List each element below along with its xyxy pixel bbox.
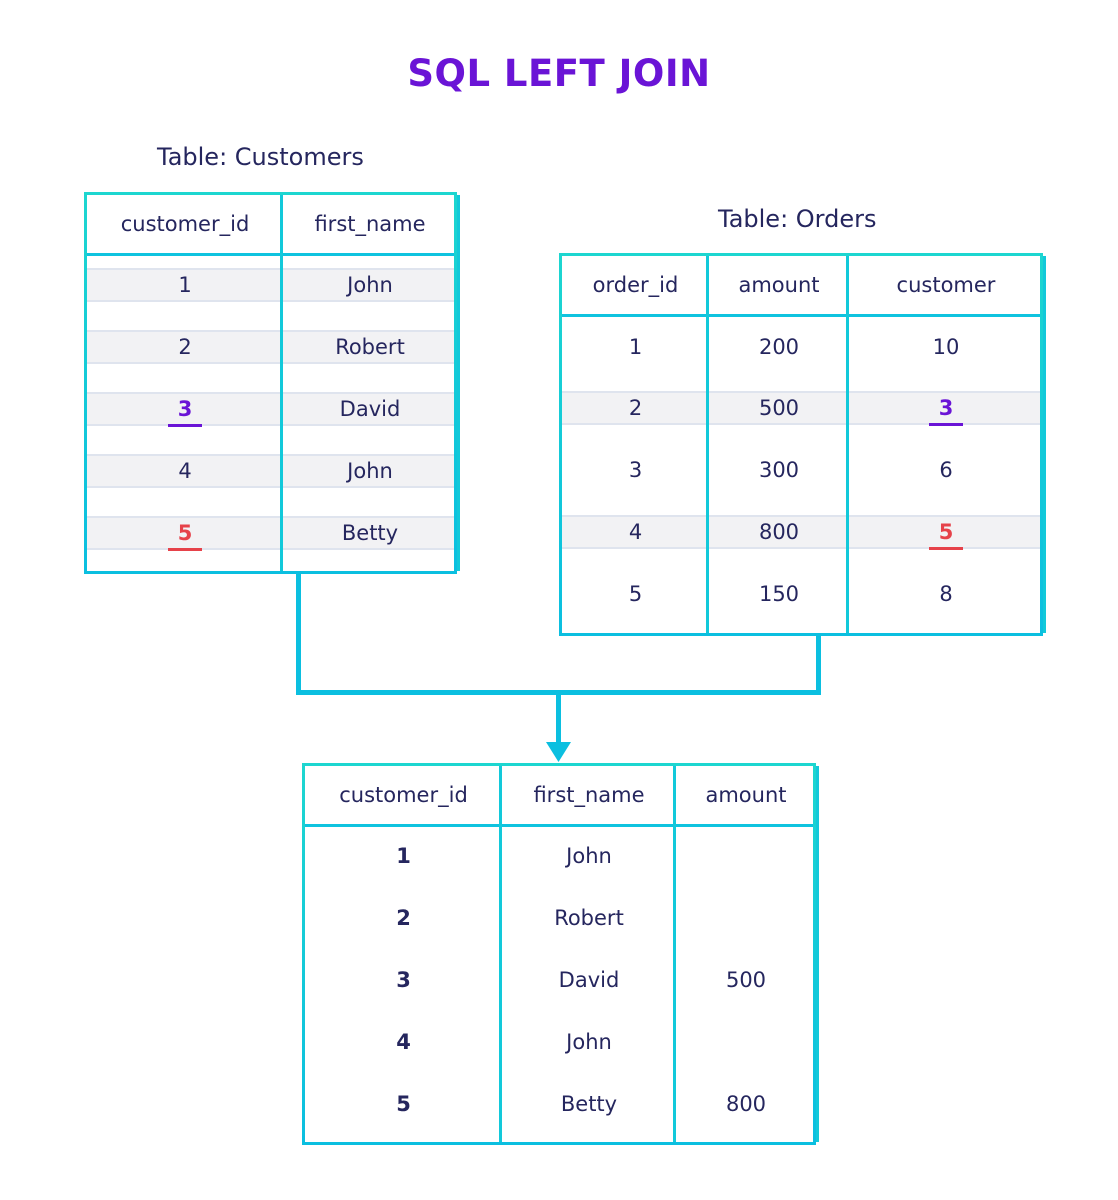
cell-value: John [566,844,612,868]
table-cell: 2 [305,898,502,938]
table-cell: 2 [562,388,709,428]
matched-key-value: 3 [938,396,954,420]
cell-value: 5 [628,582,643,606]
cell-value: Betty [341,521,399,545]
cell-value: 1 [178,273,192,297]
column-header: customer [896,273,996,297]
cell-value: 8 [939,582,953,606]
table-cell: 3 [562,450,709,490]
cell-value: Robert [335,335,405,359]
customers-table: customer_id 1 2 3 4 5 first_name John Robert Davi… [84,192,460,574]
cell-value: 200 [758,335,800,359]
column-header: first_name [533,783,645,807]
table-cell: 150 [709,574,849,614]
table-cell: 3 [849,388,1043,428]
cell-value: 150 [758,582,800,606]
table-cell: John [283,265,457,305]
table-cell: 1 [562,327,709,367]
table-cell: John [283,451,457,491]
cell-value: Betty [560,1092,618,1116]
column-header: order_id [592,273,679,297]
matched-key-value: 5 [177,521,193,545]
table-cell: 300 [709,450,849,490]
cell-value: 500 [725,968,767,992]
table-cell [676,836,816,876]
table-cell: Robert [283,327,457,367]
table-cell: 1 [305,836,502,876]
cell-value: John [347,459,393,483]
cell-value: 5 [396,1092,411,1116]
column-header: first_name [314,212,426,236]
table-cell: 800 [709,512,849,552]
connector-orders-down [816,636,821,695]
cell-value: 800 [758,520,800,544]
table-cell: 5 [562,574,709,614]
table-cell: 6 [849,450,1043,490]
column-header: amount [705,783,787,807]
table-cell: 8 [849,574,1043,614]
cell-value: 10 [932,335,960,359]
matched-key-value: 5 [938,520,954,544]
connector-customers-down [296,574,301,695]
table-cell: 200 [709,327,849,367]
table-cell: 4 [87,451,283,491]
table-cell: David [283,389,457,429]
table-cell: 500 [676,960,816,1000]
table-cell: 1 [87,265,283,305]
cell-value: John [347,273,393,297]
cell-value: 4 [178,459,192,483]
cell-value: 800 [725,1092,767,1116]
cell-value: 500 [758,396,800,420]
table-cell: 4 [562,512,709,552]
table-cell: 5 [305,1084,502,1124]
table-cell: 3 [87,389,283,429]
cell-value: 1 [628,335,643,359]
table-cell: David [502,960,676,1000]
table-cell: 4 [305,1022,502,1062]
table-cell: 5 [849,512,1043,552]
cell-value: John [566,1030,612,1054]
table-cell: Betty [502,1084,676,1124]
table-cell: Betty [283,513,457,553]
cell-value: Robert [554,906,624,930]
customers-table-caption: Table: Customers [157,143,364,171]
column-header: amount [738,273,820,297]
table-cell [676,1022,816,1062]
cell-value: 3 [396,968,411,992]
table-cell: 2 [87,327,283,367]
cell-value: David [339,397,401,421]
cell-value: 300 [758,458,800,482]
table-cell: 500 [709,388,849,428]
orders-table-caption: Table: Orders [718,205,877,233]
cell-value: 2 [178,335,192,359]
table-cell: 3 [305,960,502,1000]
result-table: customer_id 1 2 3 4 5 first_name John Robert Davi… [302,763,819,1145]
orders-table: order_id 1 2 3 4 5 amount 200 500 300 800 150 custom… [559,253,1046,636]
table-cell: 800 [676,1084,816,1124]
table-cell: John [502,836,676,876]
column-header: customer_id [120,212,250,236]
cell-value: 2 [628,396,643,420]
table-cell: 5 [87,513,283,553]
table-cell: 10 [849,327,1043,367]
table-cell: John [502,1022,676,1062]
cell-value: 4 [396,1030,411,1054]
cell-value: 6 [939,458,953,482]
column-header: customer_id [339,783,468,807]
diagram-title: SQL LEFT JOIN [407,52,711,95]
cell-value: 1 [396,844,411,868]
cell-value: 3 [628,458,643,482]
table-cell [676,898,816,938]
matched-key-value: 3 [177,397,193,421]
cell-value: 2 [396,906,411,930]
table-cell: Robert [502,898,676,938]
connector-to-result [556,690,561,745]
arrow-down-icon [546,742,571,762]
cell-value: 4 [628,520,643,544]
cell-value: David [558,968,620,992]
